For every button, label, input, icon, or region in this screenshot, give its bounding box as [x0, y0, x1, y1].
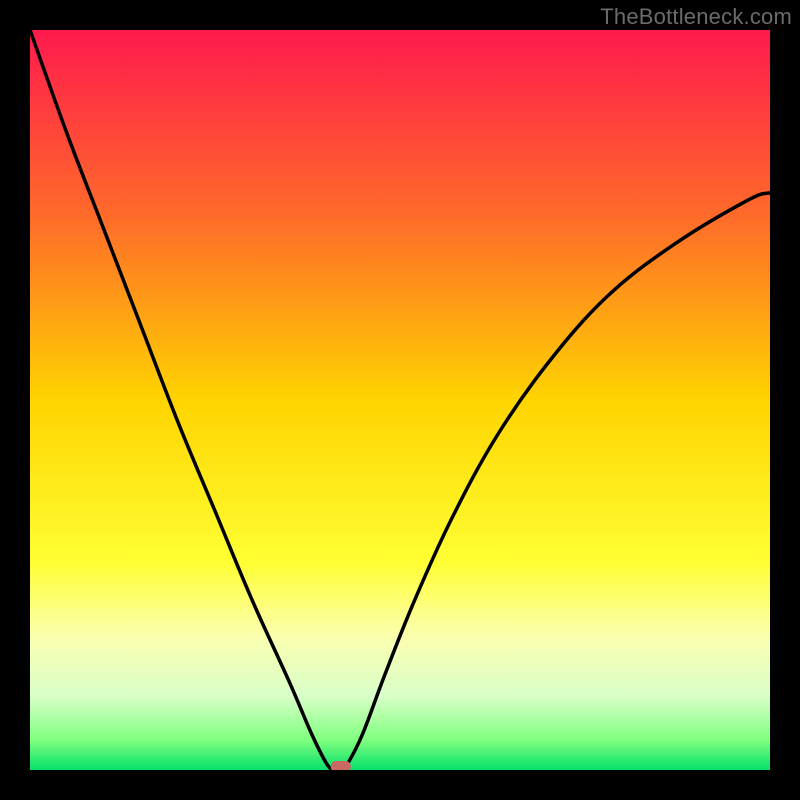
bottleneck-chart [30, 30, 770, 770]
plot-background [30, 30, 770, 770]
chart-frame: TheBottleneck.com [0, 0, 800, 800]
watermark-label: TheBottleneck.com [600, 4, 792, 30]
minimum-marker [331, 761, 351, 770]
